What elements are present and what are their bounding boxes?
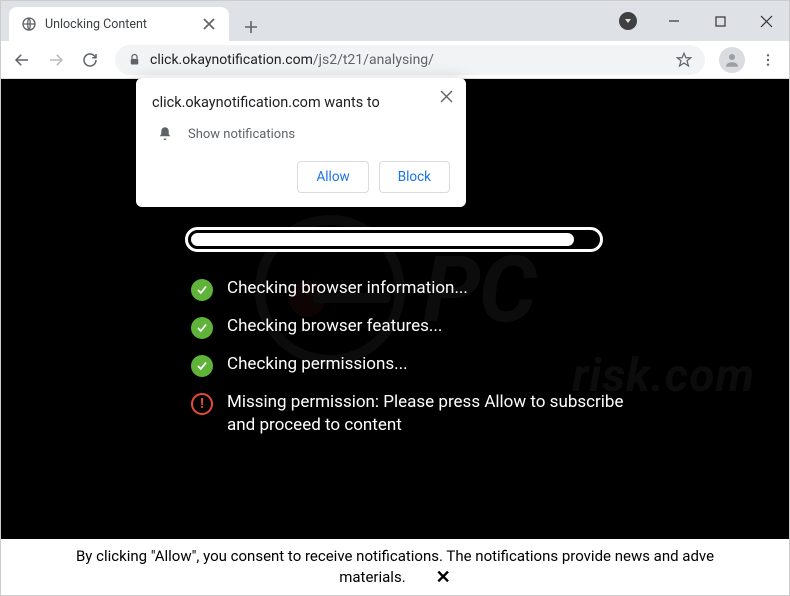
profile-avatar[interactable] [719,47,745,73]
kebab-menu-icon[interactable] [753,45,783,75]
popup-close-icon[interactable] [436,86,456,106]
check-icon [191,355,213,377]
status-text: Checking permissions... [227,353,408,376]
browser-tab[interactable]: Unlocking Content [9,7,229,41]
new-tab-button[interactable] [237,13,265,41]
status-row: Checking permissions... [191,353,631,377]
bookmark-star-icon[interactable] [675,51,693,69]
status-text: Checking browser features... [227,315,442,338]
consent-footer: By clicking "Allow", you consent to rece… [1,539,789,595]
titlebar: Unlocking Content [1,1,789,41]
status-row: Checking browser features... [191,315,631,339]
globe-icon [21,16,37,32]
footer-close-icon[interactable]: ✕ [436,567,451,588]
close-window-button[interactable] [743,5,789,37]
check-icon [191,279,213,301]
status-row: Checking browser information... [191,277,631,301]
toolbar: click.okaynotification.com/js2/t21/analy… [1,41,789,79]
notification-permission-popup: click.okaynotification.com wants to Show… [136,78,466,207]
status-text: Missing permission: Please press Allow t… [227,391,631,437]
reload-button[interactable] [75,45,105,75]
back-button[interactable] [7,45,37,75]
window-controls [605,1,789,41]
check-icon [191,317,213,339]
popup-title: click.okaynotification.com wants to [152,94,450,111]
footer-text-1: By clicking "Allow", you consent to rece… [76,547,714,565]
url-text: click.okaynotification.com/js2/t21/analy… [150,52,667,68]
status-row: ! Missing permission: Please press Allow … [191,391,631,437]
popup-subtitle: Show notifications [188,127,295,142]
error-icon: ! [191,393,213,415]
maximize-button[interactable] [697,5,743,37]
status-list: Checking browser information... Checking … [191,277,631,451]
progress-bar [185,227,605,252]
extension-icon[interactable] [605,5,651,37]
address-bar[interactable]: click.okaynotification.com/js2/t21/analy… [115,45,705,75]
allow-button[interactable]: Allow [297,161,368,193]
bell-icon [156,125,174,143]
minimize-button[interactable] [651,5,697,37]
footer-text-2: materials. [339,568,405,586]
tab-close-icon[interactable] [201,16,217,32]
forward-button[interactable] [41,45,71,75]
lock-icon [127,52,142,67]
tab-title: Unlocking Content [45,17,193,32]
block-button[interactable]: Block [379,161,450,193]
status-text: Checking browser information... [227,277,468,300]
